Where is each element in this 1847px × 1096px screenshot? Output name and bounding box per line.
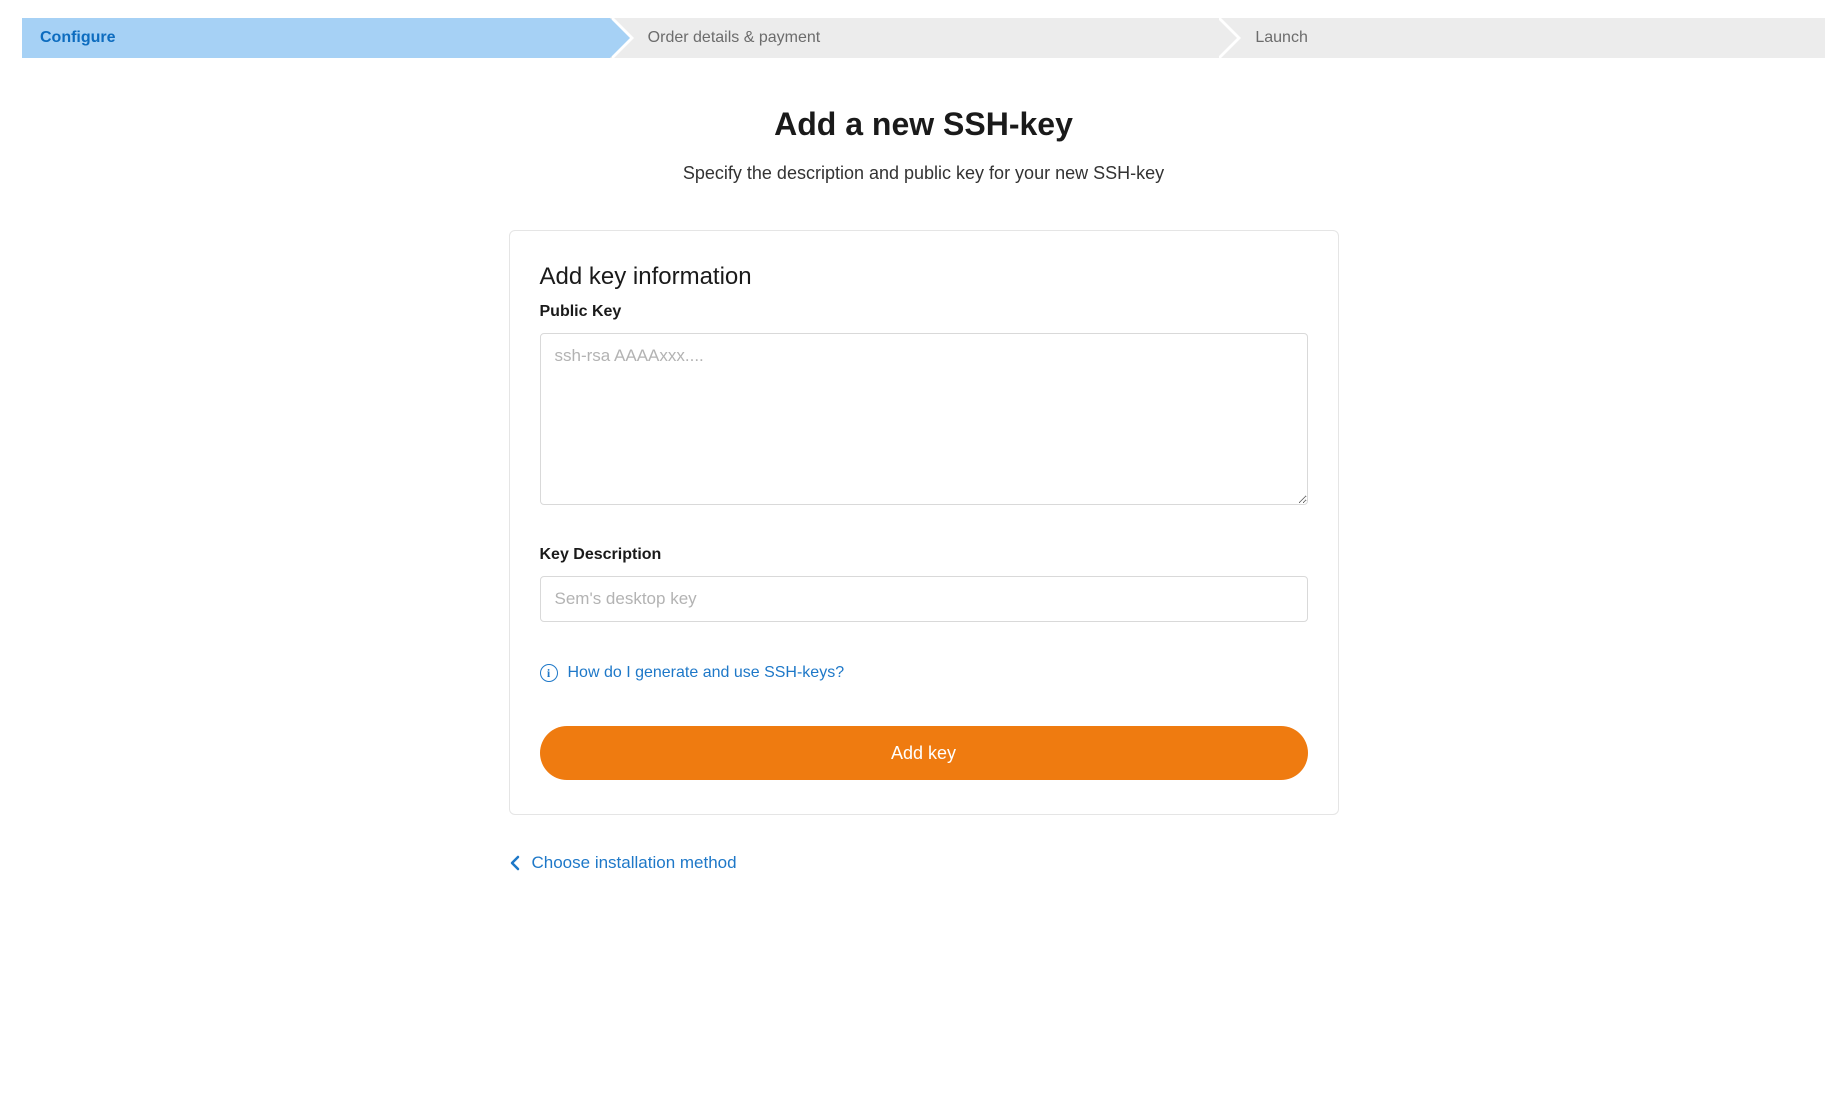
add-key-button[interactable]: Add key <box>540 726 1308 780</box>
section-title: Add key information <box>540 263 1308 291</box>
public-key-label: Public Key <box>540 303 1308 321</box>
spacer <box>540 510 1308 546</box>
help-link[interactable]: i How do I generate and use SSH-keys? <box>540 664 845 682</box>
progress-step-launch[interactable]: Launch <box>1217 18 1825 58</box>
public-key-input[interactable] <box>540 333 1308 505</box>
info-icon: i <box>540 664 558 682</box>
progress-step-label: Launch <box>1255 29 1308 47</box>
main-content: Add a new SSH-key Specify the descriptio… <box>489 106 1359 876</box>
progress-steps: Configure Order details & payment Launch <box>22 18 1825 58</box>
page-title: Add a new SSH-key <box>509 106 1339 143</box>
form-card: Add key information Public Key Key Descr… <box>509 230 1339 815</box>
progress-step-label: Configure <box>40 29 116 47</box>
chevron-left-icon <box>509 855 520 871</box>
help-link-text: How do I generate and use SSH-keys? <box>568 664 845 682</box>
back-link-text: Choose installation method <box>532 853 737 873</box>
page-subtitle: Specify the description and public key f… <box>509 163 1339 184</box>
progress-step-label: Order details & payment <box>648 29 821 47</box>
progress-step-order-details[interactable]: Order details & payment <box>610 18 1218 58</box>
key-description-input[interactable] <box>540 576 1308 622</box>
key-description-label: Key Description <box>540 546 1308 564</box>
back-link[interactable]: Choose installation method <box>509 853 737 873</box>
progress-step-configure[interactable]: Configure <box>22 18 610 58</box>
